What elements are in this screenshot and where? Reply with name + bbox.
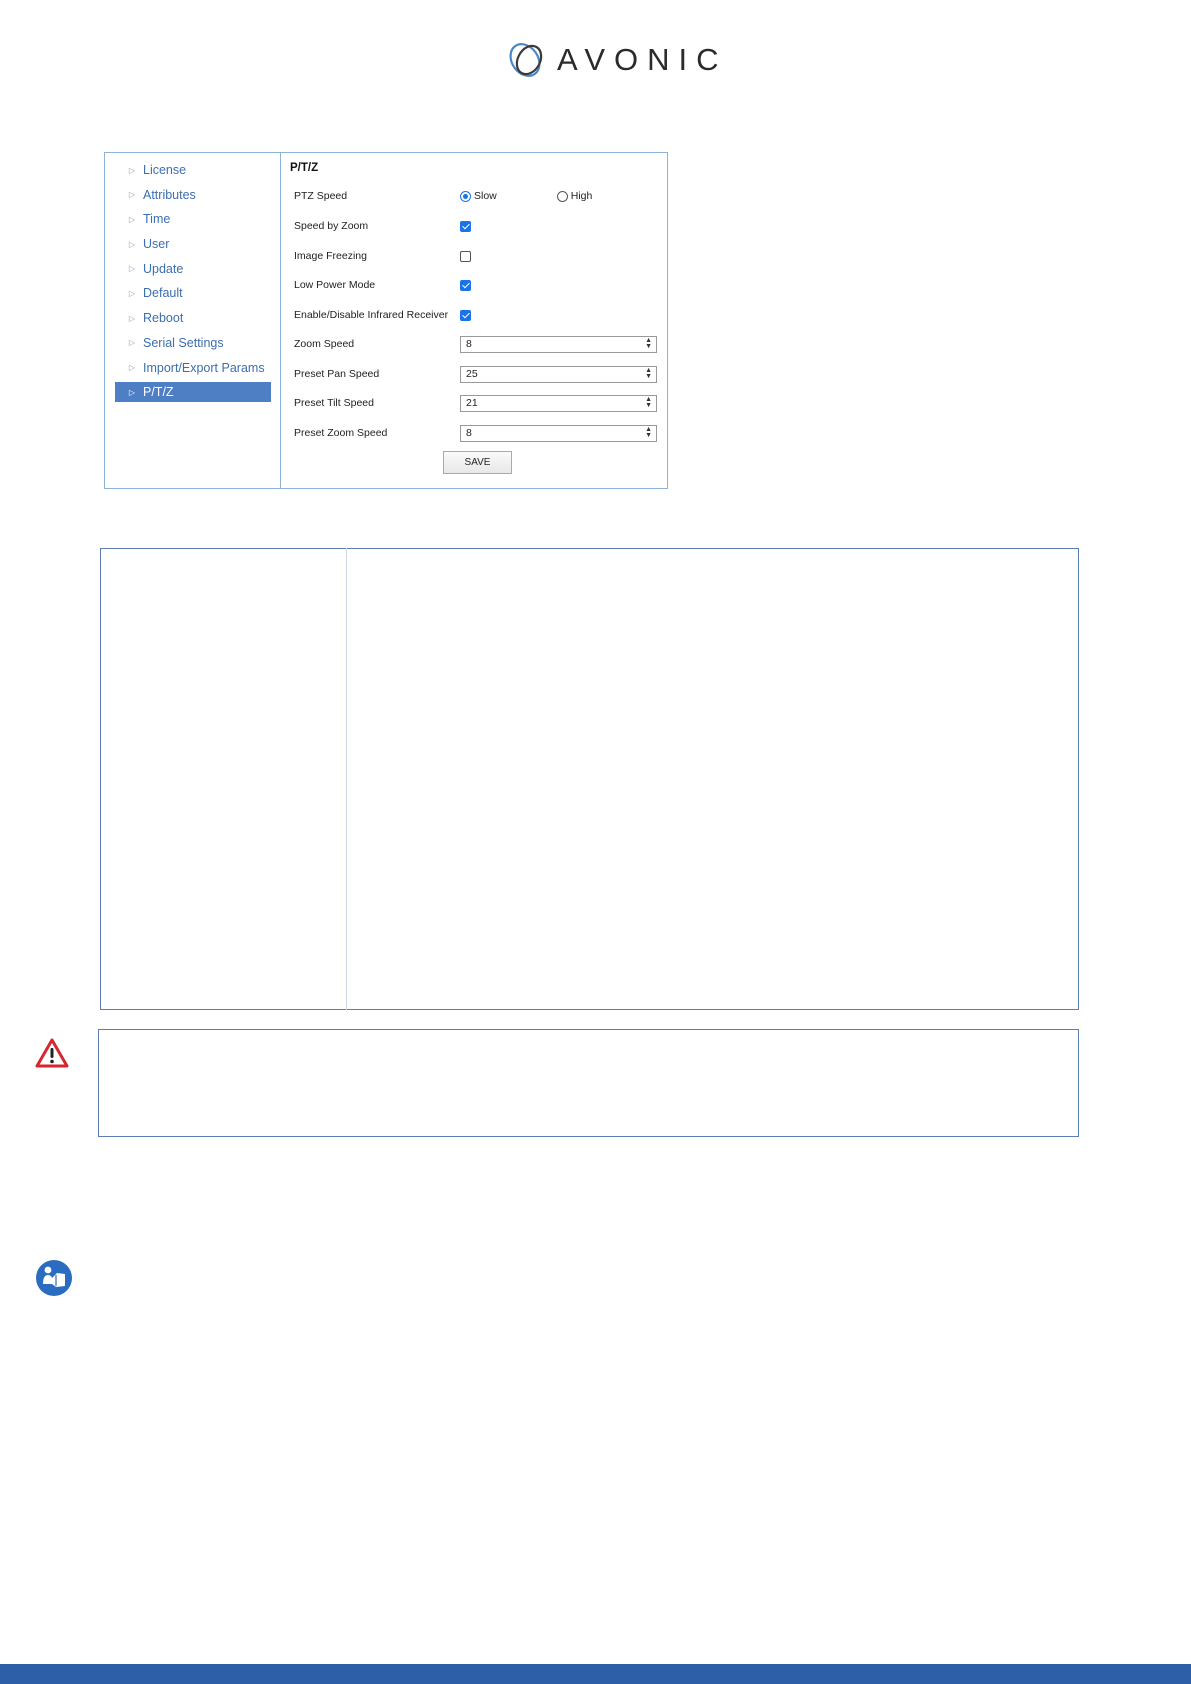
sidebar-item-license[interactable]: ▷ License: [115, 160, 271, 180]
preset-tilt-speed-label: Preset Tilt Speed: [294, 397, 374, 409]
zoom-speed-label: Zoom Speed: [294, 338, 355, 350]
avonic-logo: AVONIC: [505, 38, 728, 82]
triangle-right-icon: ▷: [128, 190, 135, 200]
image-freezing-checkbox[interactable]: [460, 250, 471, 262]
footer-bar: [0, 1664, 1191, 1684]
read-manual-icon: [36, 1260, 72, 1296]
preset-zoom-speed-select[interactable]: 8 ▲ ▼: [460, 424, 657, 442]
triangle-right-icon: ▷: [128, 214, 135, 224]
ptz-speed-slow-radio[interactable]: [460, 190, 471, 202]
sidebar-item-import-export-params[interactable]: ▷ Import/Export Params: [115, 358, 271, 378]
sidebar-item-user[interactable]: ▷ User: [115, 234, 271, 254]
preset-pan-speed-row: Preset Pan Speed 25 ▲ ▼: [294, 363, 666, 385]
sidebar-item-label: Import/Export Params: [143, 360, 265, 375]
triangle-right-icon: ▷: [128, 239, 135, 249]
preset-tilt-speed-select[interactable]: 21 ▲ ▼: [460, 394, 657, 412]
triangle-right-icon: ▷: [128, 264, 135, 274]
image-freezing-label: Image Freezing: [294, 250, 367, 262]
zoom-speed-select[interactable]: 8 ▲ ▼: [460, 335, 657, 353]
sidebar-item-p-t-z[interactable]: ▷ P/T/Z: [115, 382, 271, 403]
low-power-mode-checkbox[interactable]: [460, 279, 471, 291]
settings-panel-screenshot: ▷ License ▷ Attributes ▷ Time ▷ User ▷ Update ▷ Def…: [104, 152, 668, 489]
ptz-speed-high-option[interactable]: High: [556, 190, 593, 202]
triangle-right-icon: ▷: [128, 165, 135, 175]
avonic-logo-mark-icon: [509, 43, 543, 77]
section-title: P/T/Z: [290, 162, 319, 174]
image-freezing-row: Image Freezing: [294, 245, 666, 267]
zoom-speed-value: 8: [466, 338, 472, 350]
sidebar-item-attributes[interactable]: ▷ Attributes: [115, 185, 271, 205]
warning-box: [98, 1029, 1079, 1137]
sidebar-item-label: Update: [143, 261, 184, 276]
preset-zoom-speed-row: Preset Zoom Speed 8 ▲ ▼: [294, 422, 666, 444]
sidebar-item-label: License: [143, 163, 187, 177]
sidebar-item-default[interactable]: ▷ Default: [115, 283, 271, 303]
sidebar-item-label: Serial Settings: [143, 335, 224, 350]
triangle-right-icon: ▷: [128, 387, 135, 397]
save-button[interactable]: SAVE: [443, 451, 512, 474]
speed-by-zoom-checkbox[interactable]: [460, 220, 471, 232]
infrared-receiver-label: Enable/Disable Infrared Receiver: [294, 309, 449, 321]
select-arrows-icon: ▲ ▼: [645, 336, 652, 350]
sidebar-item-label: Time: [143, 212, 171, 227]
sidebar-item-label: Default: [143, 286, 183, 301]
low-power-mode-label: Low Power Mode: [294, 279, 376, 291]
speed-by-zoom-row: Speed by Zoom: [294, 215, 666, 237]
sidebar-item-serial-settings[interactable]: ▷ Serial Settings: [115, 333, 271, 353]
speed-by-zoom-label: Speed by Zoom: [294, 220, 369, 232]
brand-name: AVONIC: [557, 42, 728, 77]
ptz-speed-label: PTZ Speed: [294, 190, 348, 202]
triangle-right-icon: ▷: [128, 363, 135, 372]
low-power-mode-row: Low Power Mode: [294, 274, 666, 296]
ptz-speed-slow-label: Slow: [474, 190, 497, 202]
preset-tilt-speed-value: 21: [466, 397, 478, 409]
preset-pan-speed-select[interactable]: 25 ▲ ▼: [460, 365, 657, 383]
select-arrows-icon: ▲ ▼: [645, 395, 652, 409]
triangle-right-icon: ▷: [128, 288, 135, 298]
sidebar-item-time[interactable]: ▷ Time: [115, 209, 271, 229]
preset-pan-speed-label: Preset Pan Speed: [294, 368, 380, 380]
select-arrows-icon: ▲ ▼: [645, 425, 652, 439]
ptz-settings-content: P/T/Z PTZ Speed Slow High Speed by Zoom …: [281, 153, 667, 488]
sidebar-item-label: User: [143, 237, 170, 252]
settings-description-table: [100, 548, 1079, 1010]
triangle-right-icon: ▷: [128, 338, 135, 348]
triangle-right-icon: ▷: [128, 313, 135, 323]
sidebar-item-update[interactable]: ▷ Update: [115, 259, 271, 279]
sidebar-item-label: P/T/Z: [143, 385, 174, 400]
select-arrows-icon: ▲ ▼: [645, 366, 652, 380]
ptz-speed-slow-option[interactable]: Slow: [460, 190, 497, 202]
sidebar-item-reboot[interactable]: ▷ Reboot: [115, 308, 271, 328]
preset-zoom-speed-label: Preset Zoom Speed: [294, 427, 388, 439]
infrared-receiver-checkbox[interactable]: [460, 309, 471, 321]
ptz-speed-row: PTZ Speed Slow High: [294, 185, 666, 207]
infrared-receiver-row: Enable/Disable Infrared Receiver: [294, 304, 666, 326]
ptz-speed-high-radio[interactable]: [556, 190, 568, 202]
table-column-divider: [346, 548, 347, 1010]
preset-tilt-speed-row: Preset Tilt Speed 21 ▲ ▼: [294, 392, 666, 414]
preset-pan-speed-value: 25: [466, 368, 478, 380]
zoom-speed-row: Zoom Speed 8 ▲ ▼: [294, 333, 666, 355]
settings-sidebar: ▷ License ▷ Attributes ▷ Time ▷ User ▷ Update ▷ Def…: [105, 153, 281, 488]
preset-zoom-speed-value: 8: [466, 427, 472, 439]
sidebar-item-label: Reboot: [143, 311, 184, 326]
sidebar-item-label: Attributes: [143, 187, 196, 202]
warning-triangle-icon: [35, 1038, 69, 1068]
ptz-speed-high-label: High: [570, 190, 593, 202]
